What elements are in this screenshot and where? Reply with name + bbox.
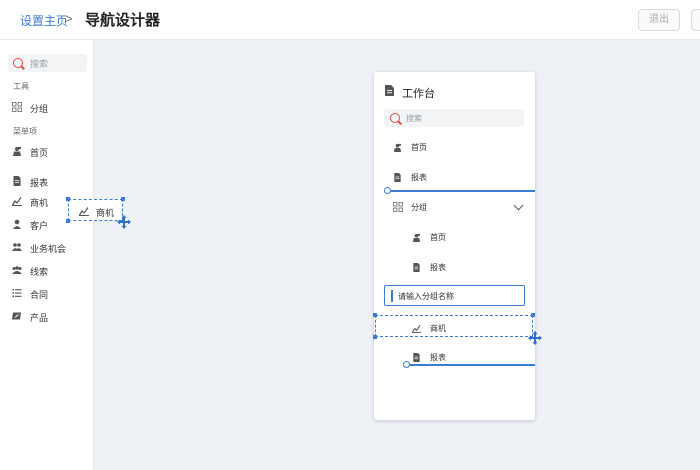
dropped-item-label: 商机 — [430, 324, 446, 333]
exit-button[interactable]: 退出 — [638, 9, 680, 31]
people-icon — [12, 265, 22, 275]
menu-item-report[interactable]: 报表 — [12, 173, 88, 189]
menu-item-label: 客户 — [30, 221, 49, 231]
document-icon — [413, 263, 420, 272]
list-icon — [12, 288, 22, 298]
chart-icon — [78, 206, 89, 216]
resize-handle[interactable] — [66, 219, 70, 223]
left-panel: 搜索 工具 分组 菜单项 首页 报表 商机 客户 业务机会 线索 合同 产品 — [0, 40, 94, 470]
resize-handle[interactable] — [531, 313, 535, 317]
preview-item-label: 报表 — [411, 173, 427, 182]
menu-item-leads[interactable]: 线索 — [12, 262, 88, 278]
top-bar: 设置主页 > 导航设计器 退出 — [0, 0, 700, 40]
text-cursor — [391, 290, 393, 302]
dragging-item-label: 商机 — [96, 208, 115, 218]
dragging-item[interactable]: 商机 — [66, 197, 125, 223]
chart-icon — [412, 325, 421, 333]
menu-item-label: 首页 — [30, 148, 49, 158]
preview-item-home[interactable]: 首页 — [393, 140, 513, 156]
group-name-input[interactable] — [398, 289, 518, 303]
preview-item-label: 首页 — [430, 233, 446, 242]
preview-group-child-report[interactable]: 报表 — [412, 260, 512, 276]
grid-icon — [12, 102, 22, 112]
opportunity-icon — [12, 242, 22, 252]
preview-title: 工作台 — [402, 88, 435, 100]
menu-item-label: 业务机会 — [30, 244, 67, 254]
breadcrumb-separator: > — [65, 11, 73, 26]
document-icon — [385, 85, 394, 96]
resize-handle[interactable] — [373, 313, 377, 317]
menu-item-opportunity[interactable]: 业务机会 — [12, 239, 88, 255]
menu-item-label: 线索 — [30, 267, 49, 277]
breadcrumb-home[interactable]: 设置主页 — [20, 12, 68, 29]
menu-section-label: 菜单项 — [13, 127, 37, 136]
drop-indicator-dot — [403, 361, 410, 368]
preview-search-input[interactable]: 搜索 — [384, 109, 524, 127]
home-icon — [12, 146, 22, 156]
search-icon — [390, 113, 400, 123]
preview-item-label: 报表 — [430, 263, 446, 272]
drop-indicator-line — [390, 190, 535, 192]
preview-group-label: 分组 — [411, 203, 427, 212]
menu-item-label: 产品 — [30, 313, 49, 323]
tool-item-label: 分组 — [30, 104, 49, 114]
move-cursor-icon — [528, 331, 542, 345]
preview-item-label: 报表 — [430, 353, 446, 362]
search-icon — [13, 58, 23, 68]
document-icon — [12, 176, 22, 186]
menu-item-contract[interactable]: 合同 — [12, 285, 88, 301]
chart-icon — [12, 196, 22, 206]
tools-section-label: 工具 — [13, 82, 29, 91]
preview-search-placeholder: 搜索 — [406, 114, 422, 123]
document-icon — [394, 173, 401, 182]
preview-group-child-home[interactable]: 首页 — [412, 230, 512, 246]
group-name-field[interactable] — [384, 285, 525, 306]
product-icon — [12, 311, 22, 321]
preview-item-label: 首页 — [411, 143, 427, 152]
chevron-down-icon[interactable] — [513, 200, 524, 211]
menu-item-product[interactable]: 产品 — [12, 308, 88, 324]
page-title: 导航设计器 — [85, 12, 161, 29]
left-search-placeholder: 搜索 — [30, 59, 49, 69]
document-icon — [413, 353, 420, 362]
resize-handle[interactable] — [373, 335, 377, 339]
navigation-preview: 工作台 搜索 首页 报表 分组 首页 报表 商机 — [373, 72, 535, 420]
preview-group-header[interactable]: 分组 — [393, 200, 513, 216]
resize-handle[interactable] — [66, 197, 70, 201]
dropped-item-content: 商机 — [412, 321, 512, 337]
user-icon — [12, 219, 22, 229]
move-cursor-icon — [117, 215, 131, 229]
grid-icon — [393, 202, 403, 212]
menu-item-label: 报表 — [30, 178, 49, 188]
home-icon — [393, 143, 402, 152]
header-extra-button[interactable] — [691, 9, 700, 31]
menu-item-home[interactable]: 首页 — [12, 143, 88, 159]
drop-indicator-dot — [384, 187, 391, 194]
tool-item-group[interactable]: 分组 — [12, 99, 88, 115]
left-search-input[interactable]: 搜索 — [8, 54, 87, 72]
preview-item-report[interactable]: 报表 — [393, 170, 513, 186]
menu-item-label: 商机 — [30, 198, 49, 208]
resize-handle[interactable] — [121, 197, 125, 201]
drop-indicator-line — [410, 364, 535, 366]
home-icon — [412, 233, 421, 242]
menu-item-label: 合同 — [30, 290, 49, 300]
